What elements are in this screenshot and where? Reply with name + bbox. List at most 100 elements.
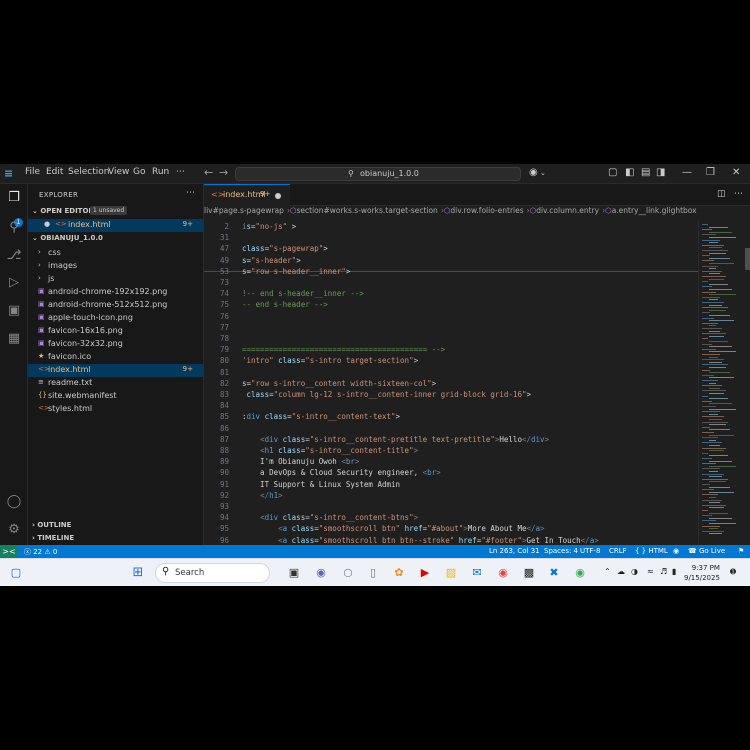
outline-header[interactable]: › OUTLINE xyxy=(32,521,71,529)
back-arrow-icon[interactable]: ← xyxy=(204,166,213,179)
go-live-button[interactable]: ☎ Go Live xyxy=(688,547,725,555)
copilot-status-icon[interactable]: ◉ xyxy=(673,547,679,555)
breadcrumb-item[interactable]: section#works.s-works.target-section xyxy=(297,206,438,215)
file-item[interactable]: ≡ readme.txt xyxy=(28,377,203,390)
menu-view[interactable]: View xyxy=(108,167,129,177)
file-item[interactable]: <> styles.html xyxy=(28,403,203,416)
code-token: "#footer" xyxy=(481,535,522,545)
explorer-more-icon[interactable]: ⋯ xyxy=(186,188,195,198)
open-editor-item[interactable]: ● <> index.html 9+ xyxy=(28,219,203,232)
open-editors-header[interactable]: ⌄ OPEN EDITORS xyxy=(32,207,99,215)
code-token: href xyxy=(404,524,423,534)
app-orange-icon[interactable]: ✿ xyxy=(391,565,407,581)
problems-status[interactable]: ⓧ 22 ⚠ 0 xyxy=(24,547,57,557)
chrome-profile-icon[interactable]: ◉ xyxy=(572,565,588,581)
source-control-icon[interactable]: ⎇ xyxy=(6,248,22,264)
notification-center-icon[interactable]: ➊ xyxy=(730,568,736,576)
file-item[interactable]: <> index.html 9+ xyxy=(28,364,203,377)
close-button[interactable]: ✕ xyxy=(732,167,740,178)
toggle-panel-icon[interactable]: ▤ xyxy=(641,167,650,178)
minimap-line xyxy=(702,265,718,267)
cursor-position[interactable]: Ln 263, Col 31 xyxy=(489,547,540,555)
remote-indicator-icon[interactable]: >< xyxy=(0,545,18,558)
forward-arrow-icon[interactable]: → xyxy=(219,166,228,179)
minimize-button[interactable]: — xyxy=(682,167,692,178)
restore-button[interactable]: ❐ xyxy=(706,167,715,178)
folder-item[interactable]: › js xyxy=(28,273,203,286)
file-item[interactable]: {} site.webmanifest xyxy=(28,390,203,403)
account-icon[interactable]: ◯ xyxy=(6,494,22,510)
explorer-icon[interactable]: ❐ xyxy=(6,190,22,206)
security-icon[interactable]: ◑ xyxy=(631,567,638,576)
more-menu-icon[interactable]: ⋯ xyxy=(176,167,185,177)
toggle-secondary-sidebar-icon[interactable]: ◨ xyxy=(656,167,665,178)
language-mode[interactable]: { } HTML xyxy=(635,547,668,555)
file-item[interactable]: ▣ favicon-16x16.png xyxy=(28,325,203,338)
file-item[interactable]: ▣ apple-touch-icon.png xyxy=(28,312,203,325)
remote-explorer-icon[interactable]: ▣ xyxy=(6,303,22,319)
taskbar-search-box[interactable]: ⚲ Search xyxy=(155,563,270,583)
copilot-taskbar-icon[interactable]: ◯ xyxy=(340,565,356,581)
code-token: IT Support & Linux System Admin xyxy=(242,479,401,489)
folder-item[interactable]: › css xyxy=(28,247,203,260)
code-token: br xyxy=(427,468,437,478)
file-icon[interactable]: ▯ xyxy=(365,565,381,581)
minimap-line xyxy=(702,354,720,355)
minimap[interactable] xyxy=(698,220,750,545)
chevron-down-icon[interactable]: ⌄ xyxy=(540,169,546,177)
encoding-status[interactable]: UTF-8 xyxy=(580,547,600,555)
menu-selection[interactable]: Selection xyxy=(68,167,109,177)
menu-edit[interactable]: Edit xyxy=(46,167,63,177)
timeline-header[interactable]: › TIMELINE xyxy=(32,534,74,542)
start-windows-icon[interactable]: ⊞ xyxy=(130,565,146,581)
vscode-taskbar-icon[interactable]: ✖ xyxy=(546,565,562,581)
split-editor-icon[interactable]: ◫ xyxy=(717,189,726,199)
menu-run[interactable]: Run xyxy=(152,167,169,177)
system-clock[interactable]: 9:37 PM 9/15/2025 xyxy=(684,563,720,583)
scrollbar-thumb[interactable] xyxy=(745,248,750,270)
widgets-icon[interactable]: ▢ xyxy=(8,565,24,581)
file-item[interactable]: ▣ android-chrome-512x512.png xyxy=(28,299,203,312)
toggle-primary-sidebar-icon[interactable]: ◧ xyxy=(625,167,634,178)
notifications-bell-icon[interactable]: ⚑ xyxy=(738,547,744,555)
breadcrumb-item[interactable]: liv#page.s-pagewrap xyxy=(204,206,284,215)
eol-status[interactable]: CRLF xyxy=(609,547,627,555)
task-view-icon[interactable]: ▣ xyxy=(286,565,302,581)
run-debug-icon[interactable]: ▷ xyxy=(6,275,22,291)
outlook-icon[interactable]: ✉ xyxy=(469,565,485,581)
onedrive-icon[interactable]: ☁ xyxy=(617,567,625,576)
volume-icon[interactable]: ♬ xyxy=(660,567,667,576)
extensions-icon[interactable]: ▦ xyxy=(6,331,22,347)
folder-item[interactable]: › images xyxy=(28,260,203,273)
chrome-icon[interactable]: ◉ xyxy=(495,565,511,581)
youtube-icon[interactable]: ▶ xyxy=(417,565,433,581)
tab-index-html[interactable]: <> index.html 9+ xyxy=(204,184,290,206)
settings-gear-icon[interactable]: ⚙ xyxy=(6,522,22,538)
file-item[interactable]: ▣ favicon-32x32.png xyxy=(28,338,203,351)
project-header[interactable]: ⌄ OBIANUJU_1.0.0 xyxy=(32,234,103,242)
layout-icon[interactable]: ▢ xyxy=(608,167,617,178)
copilot-icon[interactable]: ◉ xyxy=(529,167,538,178)
menu-go[interactable]: Go xyxy=(133,167,145,177)
menu-file[interactable]: File xyxy=(25,167,40,177)
minimap-line xyxy=(702,432,714,433)
breadcrumb-item[interactable]: div.row.folio-entries xyxy=(450,206,523,215)
breadcrumb-item[interactable]: div.column.entry xyxy=(536,206,599,215)
indentation-status[interactable]: Spaces: 4 xyxy=(544,547,578,555)
code-token: br xyxy=(345,457,355,467)
more-actions-icon[interactable]: ⋯ xyxy=(734,189,743,199)
unsaved-dot-icon[interactable] xyxy=(275,193,281,199)
wifi-icon[interactable]: ≈ xyxy=(647,567,654,576)
battery-icon[interactable]: ▮ xyxy=(672,567,676,576)
tray-chevron-icon[interactable]: ⌃ xyxy=(604,567,611,576)
code-editor[interactable]: 2 is="no-js" > 31 47 class="s-pagewrap"> 49 s=… xyxy=(204,220,698,545)
minimap-line xyxy=(702,260,714,262)
file-item[interactable]: ▣ android-chrome-192x192.png xyxy=(28,286,203,299)
search-view-icon[interactable]: ⚲ xyxy=(6,220,22,236)
file-explorer-icon[interactable]: ▧ xyxy=(443,565,459,581)
file-item[interactable]: ★ favicon.ico xyxy=(28,351,203,364)
teams-chat-icon[interactable]: ◉ xyxy=(313,565,329,581)
command-center-search[interactable]: ⚲ obianuju_1.0.0 xyxy=(235,167,521,181)
terminal-icon[interactable]: ▩ xyxy=(521,565,537,581)
breadcrumb-item[interactable]: a.entry__link.glightbox xyxy=(612,206,697,215)
